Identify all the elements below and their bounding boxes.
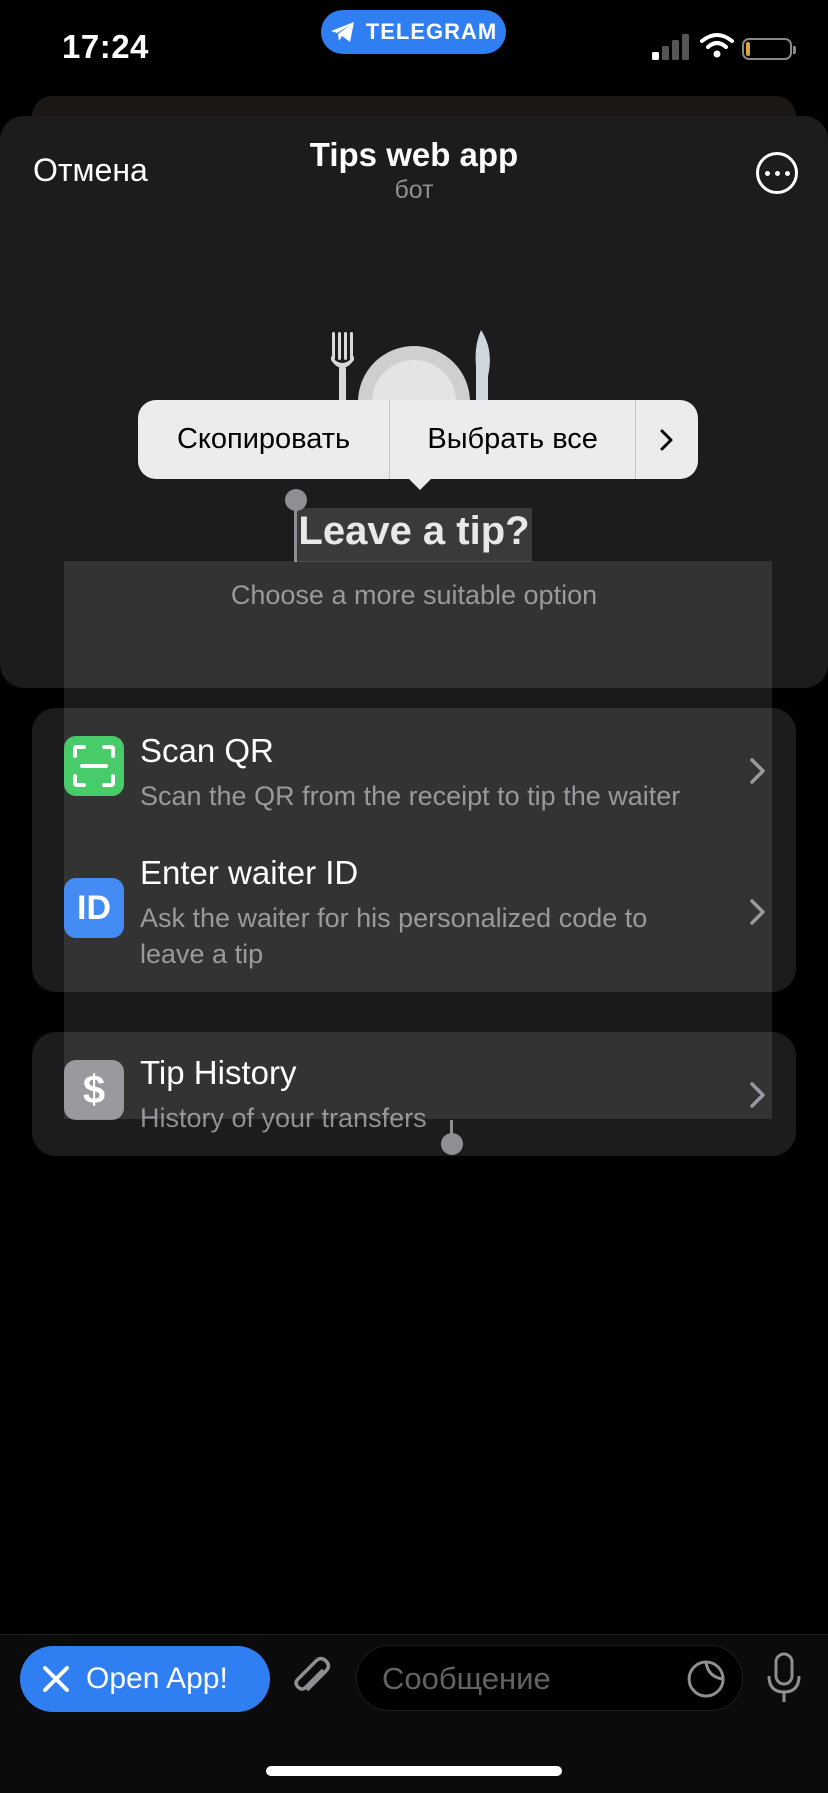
chevron-right-icon: [660, 429, 673, 450]
menu-next-button[interactable]: [636, 400, 698, 479]
selection-end-handle[interactable]: [441, 1133, 463, 1155]
text-selection-region: [64, 561, 772, 1119]
telegram-pill-label: TELEGRAM: [365, 19, 498, 44]
more-options-icon[interactable]: [756, 152, 798, 194]
close-icon: [43, 1666, 69, 1692]
open-app-button[interactable]: Open App!: [20, 1646, 270, 1712]
home-indicator: [266, 1766, 562, 1776]
webapp-title: Tips web app: [309, 136, 519, 173]
paperclip-icon[interactable]: [288, 1655, 336, 1703]
text-context-menu: Скопировать Выбрать все: [138, 400, 698, 479]
context-menu-pointer: [406, 476, 434, 490]
selection-start-caret[interactable]: [294, 510, 297, 562]
wifi-icon: [700, 33, 734, 58]
fork-plate-knife-icon: [331, 330, 490, 406]
sticker-icon[interactable]: [686, 1659, 726, 1699]
status-time: 17:24: [62, 28, 149, 65]
cellular-signal-icon: [652, 34, 689, 60]
battery-icon: [742, 38, 796, 60]
copy-menu-item[interactable]: Скопировать: [138, 400, 391, 479]
webapp-subtitle: бот: [394, 176, 434, 204]
telegram-plane-icon: [330, 22, 354, 42]
open-app-label: Open App!: [86, 1662, 228, 1695]
microphone-icon[interactable]: [766, 1652, 802, 1704]
message-input[interactable]: [380, 1656, 684, 1702]
select-all-menu-item[interactable]: Выбрать все: [390, 400, 637, 479]
selection-start-handle[interactable]: [285, 489, 307, 511]
headline: Leave a tip?: [298, 509, 530, 553]
telegram-return-pill[interactable]: TELEGRAM: [321, 10, 506, 54]
